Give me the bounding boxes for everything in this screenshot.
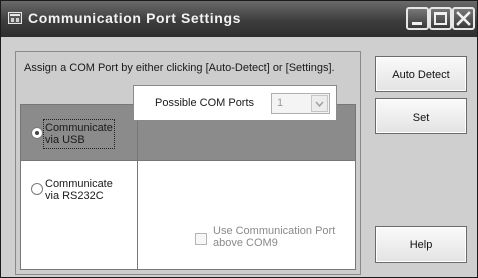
com-port-value: 1	[277, 97, 284, 109]
above-com9-label[interactable]: Use Communication Port above COM9	[213, 225, 335, 249]
window-title: Communication Port Settings	[28, 10, 241, 26]
close-icon	[456, 11, 471, 26]
com-ports-label: Possible COM Ports	[155, 97, 255, 109]
focus-indicator	[43, 119, 115, 149]
chevron-down-icon	[315, 101, 324, 108]
rs232c-option-label[interactable]: Communicate via RS232C	[45, 178, 113, 202]
minimize-icon	[412, 22, 422, 25]
app-icon[interactable]	[8, 12, 22, 24]
title-bar[interactable]: Communication Port Settings	[1, 1, 477, 37]
column-divider	[137, 105, 138, 269]
maximize-icon	[434, 12, 447, 25]
above-com9-checkbox[interactable]	[195, 233, 207, 245]
close-button[interactable]	[452, 7, 475, 30]
communication-port-settings-window: Communication Port Settings Assign a COM…	[0, 0, 478, 278]
help-button[interactable]: Help	[375, 226, 467, 263]
dropdown-button[interactable]	[311, 95, 328, 112]
usb-radio[interactable]	[31, 127, 43, 139]
instruction-text: Assign a COM Port by either clicking [Au…	[24, 62, 335, 74]
minimize-button[interactable]	[406, 7, 429, 30]
set-button[interactable]: Set	[375, 98, 467, 134]
radio-selected-dot	[35, 131, 39, 135]
com-port-select[interactable]: 1	[271, 93, 330, 114]
auto-detect-button[interactable]: Auto Detect	[375, 56, 467, 92]
rs232c-radio[interactable]	[31, 183, 43, 195]
com-port-group: Possible COM Ports 1	[133, 85, 337, 121]
maximize-button[interactable]	[429, 7, 452, 30]
